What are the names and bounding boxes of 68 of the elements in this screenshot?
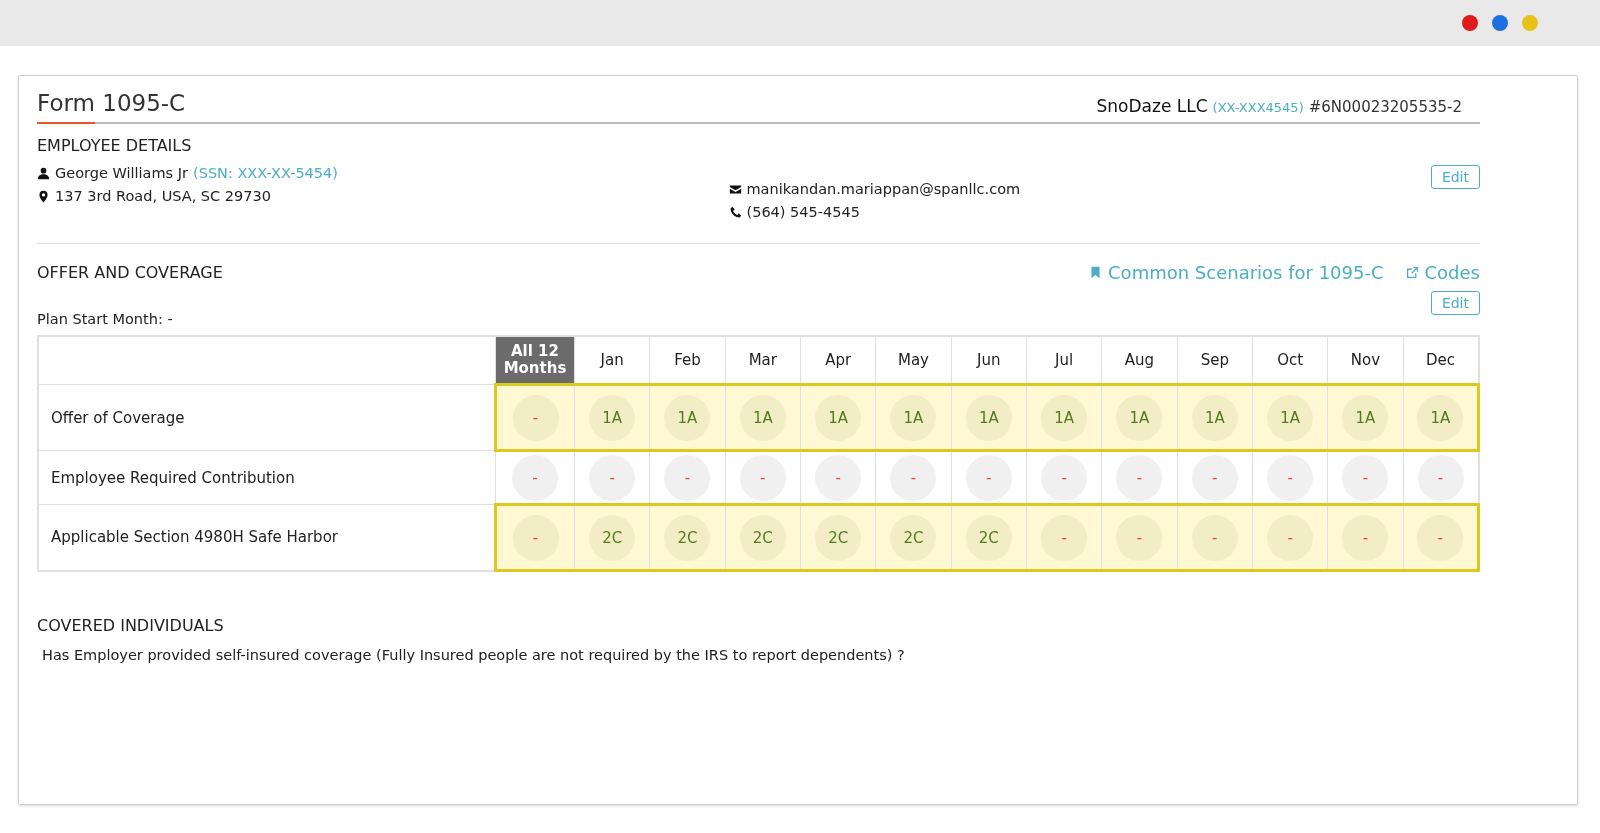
coverage-question: Has Employer provided self-insured coverage (Fully Insured people are not required by the IRS to report dependents) ? [42,647,906,663]
code-badge[interactable]: - [1191,454,1238,501]
company-name: SnoDaze LLC [1096,96,1208,116]
code-badge[interactable]: 1A [1191,394,1238,441]
envelope-icon [728,182,742,196]
code-badge[interactable]: 1A [1342,394,1389,441]
code-badge[interactable]: - [1041,454,1088,501]
code-badge[interactable]: - [589,454,636,501]
code-badge[interactable]: - [815,454,862,501]
code-badge[interactable]: - [1267,454,1314,501]
external-link-icon [1405,266,1419,279]
section-heading: EMPLOYEE DETAILS [37,136,193,155]
help-link[interactable]: Common Scenarios for 1095-C [1089,262,1384,283]
month-header: All 12 Months [495,336,575,385]
code-badge[interactable]: - [1116,454,1163,501]
code-badge[interactable]: - [1342,454,1389,501]
code-badge[interactable]: 2C [965,514,1012,561]
code-badge[interactable]: 2C [890,514,937,561]
employee-phone: (564) 545-4545 [746,204,860,220]
code-badge[interactable]: 1A [1267,394,1314,441]
code-badge[interactable]: - [965,454,1012,501]
code-badge[interactable]: 2C [815,514,862,561]
code-badge[interactable]: - [739,454,786,501]
code-badge[interactable]: 1A [1116,394,1163,441]
map-pin-icon [37,189,50,203]
code-badge[interactable]: - [1041,514,1088,561]
code-badge[interactable]: 1A [1041,394,1088,441]
employee-name: George Williams Jr [55,165,188,181]
edit-button[interactable]: Edit [1430,291,1480,315]
section-heading: COVERED INDIVIDUALS [37,616,225,635]
code-badge[interactable]: 1A [589,394,636,441]
code-badge[interactable]: 1A [1417,394,1464,441]
window-control-dot[interactable] [1522,15,1538,31]
company-id: #6N00023205535-2 [1308,98,1462,116]
code-badge[interactable]: 2C [739,514,786,561]
code-badge[interactable]: - [1417,454,1464,501]
code-badge[interactable]: 2C [664,514,711,561]
code-badge[interactable]: 2C [589,514,636,561]
employee-email: manikandan.mariappan@spanllc.com [746,181,1021,197]
code-badge[interactable]: - [1116,514,1163,561]
code-badge[interactable]: - [664,454,711,501]
code-badge[interactable]: - [512,514,559,561]
employee-address: 137 3rd Road, USA, SC 29730 [55,188,271,204]
code-badge[interactable]: - [512,454,558,501]
help-link[interactable]: Codes [1405,262,1480,283]
section-heading: OFFER AND COVERAGE [37,263,223,282]
code-badge[interactable]: 1A [815,394,862,441]
code-badge[interactable]: - [1417,514,1464,561]
code-badge[interactable]: 1A [965,394,1012,441]
company-ein: (XX-XXX4545) [1212,100,1304,115]
plan-start-month: Plan Start Month: - [37,311,174,327]
code-badge[interactable]: - [1342,514,1389,561]
code-badge[interactable]: - [512,394,559,441]
user-icon [37,166,50,180]
window-control-dot[interactable] [1492,15,1508,31]
code-badge[interactable]: - [1191,514,1238,561]
window-control-dot[interactable] [1462,15,1478,31]
code-badge[interactable]: - [1267,514,1314,561]
employee-ssn: (SSN: XXX-XX-5454) [193,165,338,181]
edit-button[interactable]: Edit [1430,165,1480,189]
code-badge[interactable]: - [890,454,937,501]
code-badge[interactable]: 1A [890,394,937,441]
form-title: Form 1095-C [37,90,186,116]
row-label: Employee Required Contribution [38,450,496,505]
code-badge[interactable]: 1A [739,394,786,441]
code-badge[interactable]: 1A [664,394,711,441]
bookmark-icon [1089,266,1103,279]
phone-icon [728,205,742,219]
